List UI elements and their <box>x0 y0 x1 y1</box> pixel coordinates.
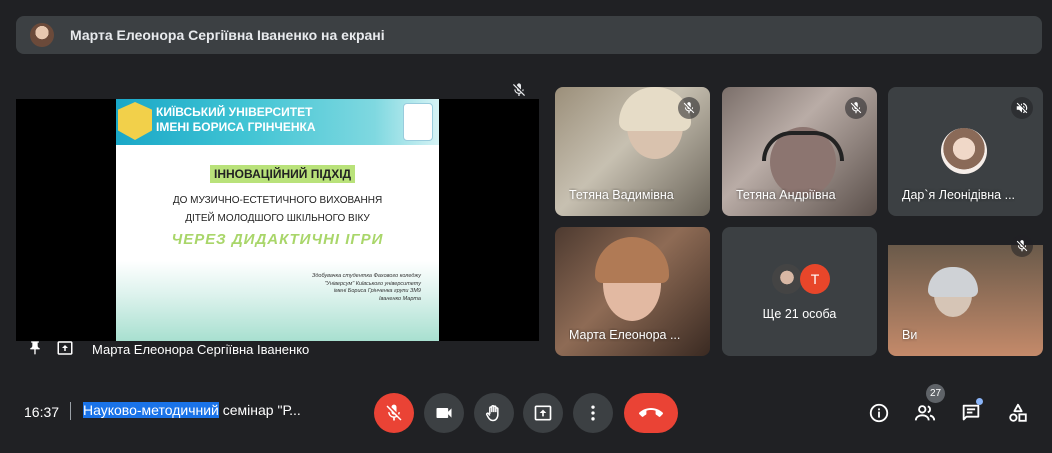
slide-subtitle-2: ДІТЕЙ МОЛОДШОГО ШКІЛЬНОГО ВІКУ <box>185 213 370 224</box>
slide-highlight: ЧЕРЕЗ ДИДАКТИЧНІ ІГРИ <box>171 231 384 248</box>
mic-off-icon <box>386 404 402 421</box>
hand-icon <box>486 405 499 422</box>
raise-hand-button[interactable] <box>474 393 514 433</box>
participant-name: Дар`я Леонідівна ... <box>902 188 1016 202</box>
headphones-shape <box>762 131 844 161</box>
videocam-icon <box>436 408 452 418</box>
more-options-button[interactable] <box>573 393 613 433</box>
mic-toggle-button[interactable] <box>374 393 414 433</box>
presenter-name-label: Марта Елеонора Сергіївна Іваненко <box>92 342 310 357</box>
participant-avatar-letter: T <box>800 264 830 294</box>
participant-name: Ви <box>902 328 918 342</box>
slide-university-name: КИЇВСЬКИЙ УНІВЕРСИТЕТ ІМЕНІ БОРИСА ГРІНЧ… <box>156 105 316 134</box>
camera-toggle-button[interactable] <box>424 393 464 433</box>
participant-hair <box>595 237 669 283</box>
participant-name: Тетяна Вадимівна <box>569 188 674 202</box>
mic-off-icon <box>509 80 529 100</box>
clock: 16:37 <box>24 404 60 420</box>
participant-name: Тетяна Андріївна <box>736 188 836 202</box>
call-end-icon <box>639 408 663 417</box>
participant-tile[interactable]: Марта Елеонора ... <box>555 227 710 356</box>
meeting-title-rest: семінар "Р... <box>218 402 301 418</box>
divider <box>70 402 71 420</box>
mic-off-icon <box>678 97 700 119</box>
activities-button[interactable] <box>1004 399 1032 427</box>
self-tile[interactable]: Ви <box>888 227 1043 356</box>
presenting-banner-text: Марта Елеонора Сергіївна Іваненко на екр… <box>70 27 385 43</box>
info-icon <box>869 403 889 423</box>
participant-name: Марта Елеонора ... <box>569 328 681 342</box>
slide-author-note: Здобувачка студентка Фахового коледжу "У… <box>311 273 421 302</box>
present-screen-icon <box>534 405 552 421</box>
call-controls-bar: 16:37 Науково-методичний семінар "Р... 2… <box>0 380 1052 442</box>
mic-off-icon <box>845 97 867 119</box>
college-logo-icon <box>403 103 433 141</box>
chat-icon <box>962 404 980 421</box>
presentation-actions <box>26 338 76 358</box>
people-icon <box>914 405 936 421</box>
present-now-button[interactable] <box>523 393 563 433</box>
participant-count-badge: 27 <box>926 384 945 403</box>
participant-avatar <box>941 128 987 174</box>
screen-share[interactable]: КИЇВСЬКИЙ УНІВЕРСИТЕТ ІМЕНІ БОРИСА ГРІНЧ… <box>16 99 539 341</box>
participant-tile[interactable]: Дар`я Леонідівна ... <box>888 87 1043 216</box>
slide-title: ІННОВАЦІЙНИЙ ПІДХІД <box>210 165 356 183</box>
mic-off-icon <box>1011 235 1033 257</box>
participants-button[interactable] <box>911 399 939 427</box>
presentation-slide: КИЇВСЬКИЙ УНІВЕРСИТЕТ ІМЕНІ БОРИСА ГРІНЧ… <box>116 99 439 341</box>
participant-hair <box>928 267 978 297</box>
more-participants-label: Ще 21 особа <box>762 307 837 321</box>
leave-call-button[interactable] <box>624 393 678 433</box>
presenter-avatar <box>30 23 54 47</box>
participant-avatar <box>772 264 802 294</box>
more-participants-tile[interactable]: T Ще 21 особа <box>722 227 877 356</box>
shapes-icon <box>1009 403 1027 422</box>
meeting-details-button[interactable] <box>865 399 893 427</box>
meeting-title-selected: Науково-методичний <box>83 402 219 418</box>
presenting-banner: Марта Елеонора Сергіївна Іваненко на екр… <box>16 16 1042 54</box>
more-vert-icon <box>591 405 595 421</box>
volume-off-icon <box>1011 97 1033 119</box>
slide-subtitle-1: ДО МУЗИЧНО-ЕСТЕТИЧНОГО ВИХОВАННЯ <box>172 195 383 206</box>
meeting-title[interactable]: Науково-методичний семінар "Р... <box>83 402 301 418</box>
participant-tile[interactable]: Тетяна Вадимівна <box>555 87 710 216</box>
participant-tile[interactable]: Тетяна Андріївна <box>722 87 877 216</box>
present-screen-icon[interactable] <box>54 338 76 358</box>
pin-icon[interactable] <box>26 338 44 358</box>
chat-notification-dot <box>976 398 983 405</box>
